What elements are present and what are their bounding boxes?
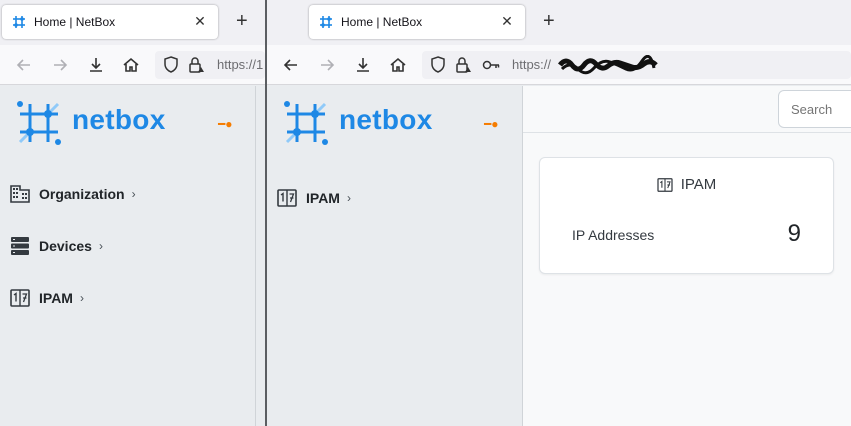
lock-warning-icon[interactable] [185, 54, 207, 76]
key-icon[interactable] [480, 54, 502, 76]
menu-item-organization[interactable]: Organization › [10, 182, 136, 206]
chevron-right-icon: › [346, 191, 351, 205]
url-text: https:// [512, 57, 552, 72]
netbox-logo[interactable]: netbox [16, 100, 246, 148]
url-text: https://1 [217, 57, 264, 72]
home-icon[interactable] [120, 54, 142, 76]
menu-label: Devices [39, 238, 92, 254]
netbox-logo[interactable]: netbox [283, 100, 513, 148]
tab-close-icon[interactable]: ✕ [498, 12, 516, 30]
home-icon[interactable] [387, 54, 409, 76]
download-icon[interactable] [85, 54, 107, 76]
netbox-logo-icon [284, 101, 328, 145]
tab-home-netbox[interactable]: Home | NetBox ✕ [309, 5, 525, 39]
ip-addresses-link[interactable]: IP Addresses [572, 227, 654, 243]
navigation-toolbar: https:// [267, 45, 851, 85]
sidebar: netbox ━● IPAM › [267, 86, 523, 426]
back-arrow-icon[interactable] [13, 54, 35, 76]
back-arrow-icon[interactable] [280, 54, 302, 76]
url-bar[interactable]: https://1 [155, 51, 265, 79]
right-browser-window: Home | NetBox ✕ + https:// netbox ━● IPA… [267, 0, 851, 426]
chevron-right-icon: › [79, 291, 84, 305]
card-title: IPAM [680, 176, 717, 193]
search-input[interactable] [778, 90, 851, 128]
counter-icon [10, 289, 30, 307]
redacted-url-scribble [558, 55, 658, 75]
forward-arrow-icon[interactable] [49, 54, 71, 76]
netbox-favicon-icon [13, 16, 25, 28]
menu-label: IPAM [306, 190, 340, 206]
menu-item-ipam[interactable]: IPAM › [277, 186, 351, 210]
url-bar[interactable]: https:// [422, 51, 851, 79]
left-browser-window: Home | NetBox ✕ + https://1 netbox ━● Or… [0, 0, 267, 426]
brand-name: netbox [72, 104, 166, 135]
tab-title: Home | NetBox [341, 15, 423, 29]
shield-icon[interactable] [160, 54, 182, 76]
download-icon[interactable] [352, 54, 374, 76]
menu-label: IPAM [39, 290, 73, 306]
shield-icon[interactable] [427, 54, 449, 76]
chevron-right-icon: › [98, 239, 103, 253]
lock-warning-icon[interactable] [452, 54, 474, 76]
server-icon [11, 237, 29, 255]
ip-addresses-count: 9 [787, 220, 801, 247]
brand-name: netbox [339, 104, 433, 135]
chevron-right-icon: › [131, 187, 136, 201]
ipam-card: IPAM IP Addresses 9 [539, 157, 834, 274]
menu-item-ipam[interactable]: IPAM › [10, 286, 84, 310]
pin-sidebar-icon[interactable]: ━● [484, 117, 498, 131]
new-tab-button[interactable]: + [236, 11, 248, 31]
content-header [523, 86, 851, 133]
tab-close-icon[interactable]: ✕ [191, 12, 209, 30]
counter-icon [277, 189, 297, 207]
counter-icon [657, 177, 673, 192]
netbox-favicon-icon [320, 16, 332, 28]
navigation-toolbar: https://1 [0, 45, 265, 85]
pin-sidebar-icon[interactable]: ━● [218, 117, 232, 131]
forward-arrow-icon[interactable] [316, 54, 338, 76]
domain-icon [10, 185, 30, 203]
menu-item-devices[interactable]: Devices › [10, 234, 103, 258]
menu-label: Organization [39, 186, 125, 202]
new-tab-button[interactable]: + [543, 11, 555, 31]
tab-strip: Home | NetBox ✕ + [0, 0, 265, 45]
sidebar: netbox ━● Organization › Devices › IPAM … [0, 86, 256, 426]
tab-home-netbox[interactable]: Home | NetBox ✕ [2, 5, 218, 39]
netbox-logo-icon [17, 101, 61, 145]
main-content: IPAM IP Addresses 9 [523, 86, 851, 426]
tab-title: Home | NetBox [34, 15, 116, 29]
tab-strip: Home | NetBox ✕ + [267, 0, 851, 45]
card-header: IPAM [540, 176, 833, 193]
